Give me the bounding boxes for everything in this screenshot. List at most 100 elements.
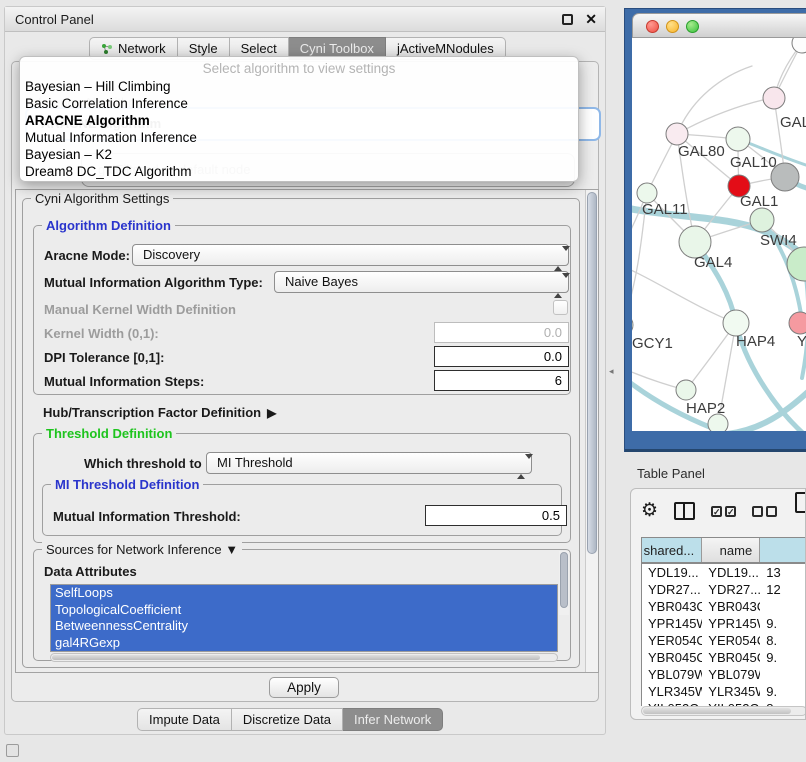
column-header-shared[interactable]: shared... [642,538,702,562]
table-row[interactable]: YER054CYER054C8. [642,632,806,649]
attribute-item-gal4rgexp[interactable]: gal4RGexp [51,635,557,652]
close-icon[interactable]: ✕ [585,11,597,28]
attribute-item-selfloops[interactable]: SelfLoops [51,585,557,602]
network-window-titlebar[interactable] [632,13,806,38]
table-cell[interactable]: YBR043C [702,598,760,615]
tab-label: Discretize Data [243,709,331,730]
splitter-collapse-icon[interactable]: ◂ [609,366,614,377]
table-row[interactable]: YBR043CYBR043C [642,598,806,615]
sources-group-title[interactable]: Sources for Network Inference ▼ [42,542,242,557]
table-row[interactable]: YBL079WYBL079W [642,666,806,683]
attribute-item-betweennesscentrality[interactable]: BetweennessCentrality [51,618,557,635]
algorithm-option-bayesian-k2[interactable]: Bayesian – K2 [20,146,578,163]
algorithm-option-dream8-dc-tdc-algorithm[interactable]: Dream8 DC_TDC Algorithm [20,163,578,180]
column-header-name[interactable]: name [702,538,760,562]
mi-steps-field[interactable]: 6 [434,370,569,391]
bottom-tabs: Impute Data Discretize Data Infer Network [137,708,443,731]
table-row[interactable]: YLR345WYLR345W9. [642,683,806,700]
zoom-traffic-light-icon[interactable] [686,20,699,33]
deselect-all-icon[interactable] [752,506,777,517]
settings-gear-icon[interactable]: ⚙ [641,500,658,522]
table-cell[interactable]: 12 [760,581,806,598]
close-traffic-light-icon[interactable] [646,20,659,33]
table-row[interactable]: YBR045CYBR045C9. [642,649,806,666]
attributes-horizontal-scrollbar[interactable] [50,653,558,662]
kernel-width-field[interactable]: 0.0 [434,322,569,343]
table-row[interactable]: YDL19...YDL19...13 [642,564,806,581]
export-table-icon[interactable] [795,492,806,513]
dpi-tolerance-field[interactable]: 0.0 [434,346,569,367]
table-cell[interactable]: 9. [760,615,806,632]
network-view-window[interactable]: GALGAL80GAL10GAL1GAL11SWI4GAL4GCY1HAP4YH… [624,8,806,452]
network-node[interactable] [792,38,806,53]
network-node-gal11[interactable] [637,183,657,203]
minimize-traffic-light-icon[interactable] [666,20,679,33]
table-cell[interactable]: YBR043C [642,598,702,615]
network-node-gal80[interactable] [666,123,688,145]
table-cell[interactable]: 8. [760,632,806,649]
network-edge[interactable] [632,266,736,323]
apply-button[interactable]: Apply [269,677,339,698]
table-cell[interactable]: 9. [760,649,806,666]
table-row[interactable]: YDR27...YDR27...12 [642,581,806,598]
network-node-hap2[interactable] [676,380,696,400]
minimized-panel-icon[interactable] [6,744,19,757]
table-cell[interactable]: YDL19... [642,564,702,581]
aracne-mode-combo[interactable]: Discovery [132,244,569,266]
table-cell[interactable]: YPR145W [702,615,760,632]
mi-type-combo[interactable]: Naive Bayes [274,271,569,293]
mi-threshold-field[interactable]: 0.5 [425,505,567,526]
dpi-tolerance-label: DPI Tolerance [0,1]: [44,350,164,365]
network-node-gcy1[interactable] [632,314,633,336]
column-header-2[interactable] [760,538,806,562]
network-canvas[interactable]: GALGAL80GAL10GAL1GAL11SWI4GAL4GCY1HAP4YH… [632,38,806,431]
network-node-gal10[interactable] [726,127,750,151]
bottom-tab-infer-network[interactable]: Infer Network [343,708,443,731]
network-node-y[interactable] [789,312,806,334]
network-edge[interactable] [677,66,752,134]
table-cell[interactable]: YDR27... [702,581,760,598]
bottom-tab-impute-data[interactable]: Impute Data [137,708,232,731]
data-attributes-list[interactable]: SelfLoopsTopologicalCoefficientBetweenne… [50,584,558,652]
table-cell[interactable]: YDR27... [642,581,702,598]
hub-definition-expander[interactable]: Hub/Transcription Factor Definition▶ [43,405,276,420]
table-cell[interactable]: 9. [760,683,806,700]
bottom-tab-discretize-data[interactable]: Discretize Data [232,708,343,731]
table-cell[interactable]: YDL19... [702,564,760,581]
table-cell[interactable] [760,598,806,615]
attribute-item-topologicalcoefficient[interactable]: TopologicalCoefficient [51,602,557,619]
manual-kernel-checkbox[interactable] [553,300,568,315]
network-node-gal[interactable] [763,87,785,109]
table-cell[interactable]: YLR345W [642,683,702,700]
table-cell[interactable]: YER054C [702,632,760,649]
network-edge[interactable] [677,98,772,134]
attributes-vertical-scrollbar[interactable] [559,551,569,615]
algorithm-option-aracne-algorithm[interactable]: ARACNE Algorithm [20,112,578,129]
network-node[interactable] [708,414,728,431]
table-cell[interactable]: YBR045C [642,649,702,666]
node-label: HAP4 [736,333,775,350]
table-row[interactable]: YPR145WYPR145W9. [642,615,806,632]
network-node-swi4[interactable] [750,208,774,232]
table-horizontal-scrollbar[interactable] [641,706,806,716]
table-cell[interactable] [760,666,806,683]
select-all-icon[interactable]: ✓✓ [711,506,736,517]
algorithm-option-basic-correlation-inference[interactable]: Basic Correlation Inference [20,95,578,112]
algorithm-option-bayesian-hill-climbing[interactable]: Bayesian – Hill Climbing [20,78,578,95]
float-window-icon[interactable] [562,14,573,25]
split-columns-icon[interactable] [674,502,695,520]
table-cell[interactable]: YBL079W [642,666,702,683]
table-cell[interactable]: YPR145W [642,615,702,632]
algorithm-option-mutual-information-inference[interactable]: Mutual Information Inference [20,129,578,146]
table-cell[interactable]: YBR045C [702,649,760,666]
table-cell[interactable]: 13 [760,564,806,581]
table-cell[interactable]: YER054C [642,632,702,649]
table-cell[interactable]: YLR345W [702,683,760,700]
settings-vertical-scrollbar[interactable] [585,190,598,672]
table-cell[interactable]: YBL079W [702,666,760,683]
combo-arrows-icon [554,276,562,296]
which-threshold-combo[interactable]: MI Threshold [206,452,532,474]
network-graph: GALGAL80GAL10GAL1GAL11SWI4GAL4GCY1HAP4YH… [632,38,806,431]
network-node[interactable] [771,163,799,191]
threshold-definition-group: Threshold Definition Which threshold to … [33,433,571,543]
